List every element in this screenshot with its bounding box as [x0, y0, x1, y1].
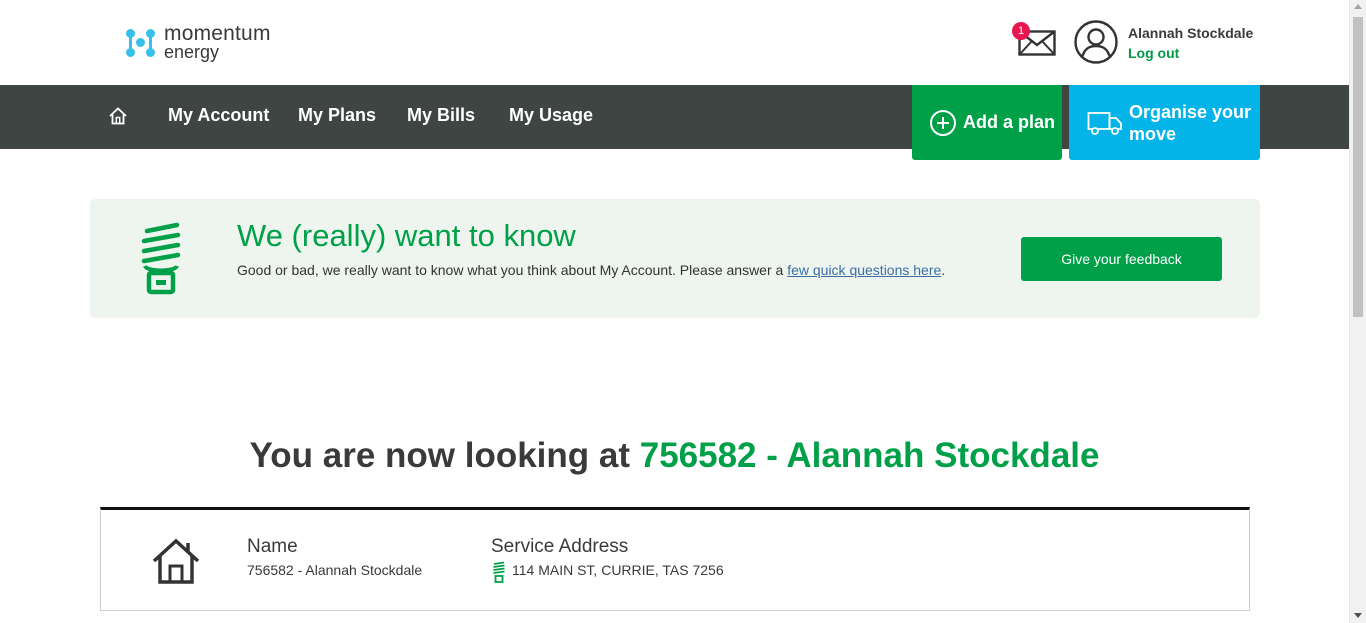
name-value: 756582 - Alannah Stockdale [247, 562, 423, 578]
feedback-text-after: . [941, 262, 946, 278]
give-feedback-button[interactable]: Give your feedback [1021, 237, 1222, 281]
logout-link[interactable]: Log out [1128, 45, 1179, 61]
page-scrollbar[interactable] [1349, 0, 1366, 623]
nav-my-account[interactable]: My Account [168, 105, 269, 126]
feedback-text-before: Good or bad, we really want to know what… [237, 262, 788, 278]
viewing-account: 756582 - Alannah Stockdale [639, 436, 1100, 475]
scroll-thumb[interactable] [1353, 17, 1363, 317]
user-icon [1074, 20, 1118, 64]
add-plan-button[interactable]: Add a plan [912, 85, 1062, 160]
logo-line-2: energy [164, 42, 220, 62]
nav-my-bills[interactable]: My Bills [407, 105, 475, 126]
lightbulb-icon [141, 222, 181, 295]
organise-move-line-1: Organise your [1129, 101, 1252, 122]
logo-line-1: momentum [164, 22, 271, 45]
scroll-up-icon[interactable] [1354, 4, 1362, 9]
organise-move-label: Organise your move [1129, 101, 1251, 145]
feedback-text: Good or bad, we really want to know what… [237, 259, 997, 281]
nav-my-usage[interactable]: My Usage [509, 105, 593, 126]
nav-home[interactable] [108, 106, 128, 126]
feedback-title: We (really) want to know [237, 218, 576, 253]
nav-my-plans[interactable]: My Plans [298, 105, 376, 126]
service-address-label: Service Address [491, 536, 629, 557]
truck-icon [1087, 111, 1122, 135]
logo-icon [126, 27, 156, 59]
organise-move-line-2: move [1129, 123, 1177, 144]
user-avatar[interactable] [1074, 20, 1118, 64]
electricity-bulb-icon [493, 561, 505, 583]
service-address-value: 114 MAIN ST, CURRIE, TAS 7256 [512, 562, 724, 578]
organise-move-button[interactable]: Organise your move [1069, 85, 1260, 160]
site-header: momentum energy 1 Alannah Stockdale Log … [0, 0, 1349, 85]
viewing-prefix: You are now looking at [249, 436, 640, 475]
user-name: Alannah Stockdale [1128, 25, 1254, 41]
home-icon [109, 107, 127, 125]
feedback-questions-link[interactable]: few quick questions here [787, 262, 941, 278]
account-card: Name 756582 - Alannah Stockdale Service … [100, 507, 1250, 611]
scroll-down-icon[interactable] [1354, 613, 1362, 618]
momentum-energy-logo[interactable]: momentum energy [126, 22, 271, 62]
messages-button[interactable]: 1 [1012, 22, 1056, 56]
add-plan-label: Add a plan [963, 112, 1056, 132]
viewing-account-heading: You are now looking at 756582 - Alannah … [0, 436, 1349, 476]
feedback-banner: We (really) want to know Good or bad, we… [90, 199, 1260, 318]
notification-badge: 1 [1012, 22, 1030, 40]
name-label: Name [247, 536, 298, 557]
logo-text: momentum energy [164, 22, 271, 62]
plus-circle-icon [930, 109, 956, 136]
house-icon [152, 538, 200, 584]
